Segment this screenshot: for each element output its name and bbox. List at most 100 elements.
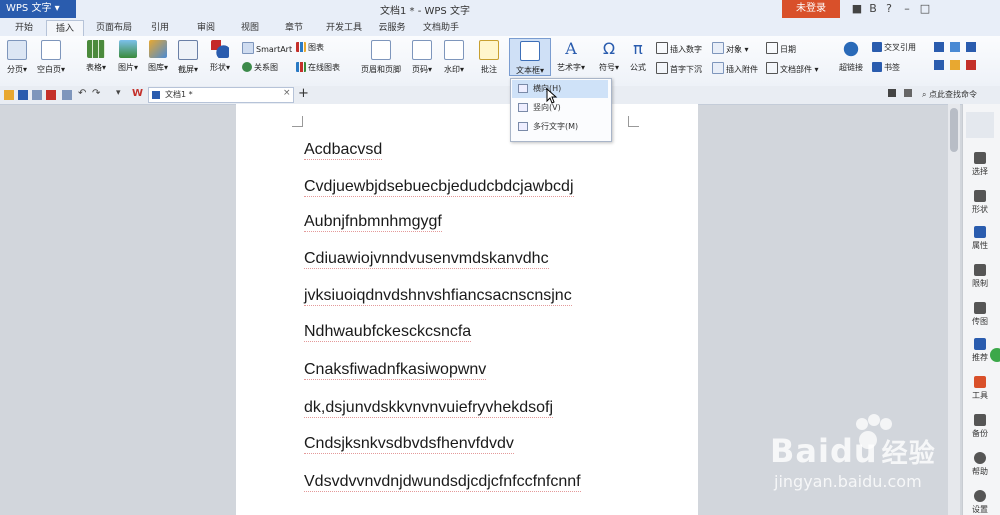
date-button[interactable]: 日期 bbox=[766, 42, 796, 55]
document-line[interactable]: Ndhwaubfckesckcsncfa bbox=[304, 322, 472, 342]
view-toggle-icon[interactable] bbox=[934, 42, 944, 52]
sidebar-item-select[interactable]: 选择 bbox=[964, 152, 996, 177]
doc-parts-button[interactable]: 文档部件 ▾ bbox=[766, 62, 819, 75]
preview-icon[interactable] bbox=[62, 90, 72, 100]
tab-review[interactable]: 审阅 bbox=[188, 20, 224, 36]
textbox-button[interactable]: 文本框▾ bbox=[509, 38, 551, 76]
document-line[interactable]: Cnaksfiwadnfkasiwopwnv bbox=[304, 360, 487, 380]
tab-assistant[interactable]: 文档助手 bbox=[416, 20, 466, 36]
blank-page-button[interactable]: 空白页▾ bbox=[34, 40, 68, 75]
picture-button[interactable]: 图片▾ bbox=[114, 40, 142, 73]
redo-icon[interactable]: ↷ bbox=[92, 88, 100, 99]
gallery-button[interactable]: 图库▾ bbox=[144, 40, 172, 73]
bookmark-button[interactable]: 书签 bbox=[872, 62, 900, 73]
sidebar-item-shape[interactable]: 形状 bbox=[964, 190, 996, 215]
page-break-button[interactable]: 分页▾ bbox=[4, 40, 30, 75]
link-icon[interactable] bbox=[966, 60, 976, 70]
sidebar-item-upload-image[interactable]: 传图 bbox=[964, 302, 996, 327]
save-icon[interactable] bbox=[18, 90, 28, 100]
watermark-button[interactable]: 水印▾ bbox=[440, 40, 468, 75]
attachment-button[interactable]: 插入附件 bbox=[712, 62, 758, 75]
skin-icon[interactable]: ■ bbox=[850, 2, 864, 16]
document-line[interactable]: Aubnjfnbmnhmgygf bbox=[304, 212, 442, 232]
tab-developer[interactable]: 开发工具 bbox=[320, 20, 368, 36]
relation-chart-button[interactable]: 关系图 bbox=[242, 62, 278, 73]
header-footer-icon bbox=[371, 40, 391, 60]
menu-item-vertical[interactable]: 竖向(V) bbox=[512, 99, 608, 117]
tab-cloud[interactable]: 云服务 bbox=[372, 20, 412, 36]
print-icon[interactable] bbox=[32, 90, 42, 100]
tab-page-layout[interactable]: 页面布局 bbox=[92, 20, 136, 36]
drop-cap-button[interactable]: 首字下沉 bbox=[656, 62, 702, 75]
sidebar-item-settings[interactable]: 设置 bbox=[964, 490, 996, 515]
comment-button[interactable]: 批注 bbox=[476, 40, 502, 75]
window-icon[interactable] bbox=[966, 42, 976, 52]
open-icon[interactable] bbox=[4, 90, 14, 100]
header-footer-button[interactable]: 页眉和页脚 bbox=[356, 40, 406, 75]
menu-item-horizontal[interactable]: 横向(H) bbox=[512, 80, 608, 98]
document-line[interactable]: dk,dsjunvdskkvnvnvuiefryvhekdsofj bbox=[304, 398, 554, 418]
undo-icon[interactable]: ↶ bbox=[78, 88, 86, 99]
textbox-icon bbox=[520, 41, 540, 61]
document-line[interactable]: Cdiuawiojvnndvusenvmdskanvdhc bbox=[304, 249, 549, 269]
sidebar-item-properties[interactable]: 属性 bbox=[964, 226, 996, 251]
tab-references[interactable]: 引用 bbox=[142, 20, 178, 36]
app-menu-label: WPS 文字 bbox=[6, 3, 52, 14]
table-button[interactable]: 表格▾ bbox=[82, 40, 110, 73]
notification-bubble[interactable] bbox=[990, 348, 1000, 362]
sidebar-item-restrict[interactable]: 限制 bbox=[964, 264, 996, 289]
sidebar-item-backup[interactable]: 备份 bbox=[964, 414, 996, 439]
pdf-icon[interactable] bbox=[46, 90, 56, 100]
page-number-button[interactable]: 页码▾ bbox=[408, 40, 436, 75]
frame-icon[interactable] bbox=[934, 60, 944, 70]
screenshot-button[interactable]: 截屏▾ bbox=[174, 40, 202, 75]
document-line[interactable]: jvksiuoiqdnvdshnvshfiancsacnscnsjnc bbox=[304, 286, 572, 306]
sidebar-item-help[interactable]: 帮助 bbox=[964, 452, 996, 477]
tab-section[interactable]: 章节 bbox=[276, 20, 312, 36]
vertical-textbox-icon bbox=[518, 103, 528, 112]
watermark-brand: Baidu bbox=[770, 432, 878, 470]
layout-icon[interactable] bbox=[950, 42, 960, 52]
pin-icon[interactable] bbox=[888, 89, 896, 97]
pi-icon: π bbox=[633, 39, 643, 58]
customize-icon[interactable]: ▾ bbox=[116, 88, 121, 98]
document-line[interactable]: Cvdjuewbjdsebuecbjedudcbdcjawbcdj bbox=[304, 177, 574, 197]
search-command[interactable]: ⌕ 点此查找命令 bbox=[922, 89, 977, 100]
wordart-button[interactable]: A 艺术字▾ bbox=[554, 40, 588, 73]
login-button[interactable]: 未登录 bbox=[782, 0, 840, 18]
sidebar-item-tools[interactable]: 工具 bbox=[964, 376, 996, 401]
minimize-icon[interactable]: – bbox=[900, 2, 914, 16]
tab-view[interactable]: 视图 bbox=[232, 20, 268, 36]
tab-insert[interactable]: 插入 bbox=[46, 20, 84, 36]
smartart-icon bbox=[242, 42, 254, 54]
hyperlink-button[interactable]: 超链接 bbox=[836, 40, 866, 73]
formula-button[interactable]: π 公式 bbox=[626, 40, 650, 73]
maximize-icon[interactable]: □ bbox=[918, 2, 932, 16]
help-icon[interactable]: ? bbox=[882, 2, 896, 16]
menu-item-multiline[interactable]: 多行文字(M) bbox=[512, 118, 608, 136]
close-tab-icon[interactable]: × bbox=[283, 88, 291, 98]
symbol-button[interactable]: Ω 符号▾ bbox=[596, 40, 622, 73]
object-icon bbox=[712, 42, 724, 54]
document-line[interactable]: Cndsjksnkvsdbvdsfhenvfdvdv bbox=[304, 434, 514, 454]
cross-reference-button[interactable]: 交叉引用 bbox=[872, 42, 916, 53]
wordart-icon: A bbox=[565, 39, 577, 58]
online-chart-button[interactable]: 在线图表 bbox=[296, 62, 340, 73]
feedback-icon[interactable]: B bbox=[866, 2, 880, 16]
shape-button[interactable]: 形状▾ bbox=[206, 40, 234, 73]
app-menu-button[interactable]: WPS 文字 ▾ bbox=[0, 0, 76, 18]
restrict-icon bbox=[974, 264, 986, 276]
watermark-url: jingyan.baidu.com bbox=[774, 472, 922, 491]
tab-home[interactable]: 开始 bbox=[6, 20, 42, 36]
chart-button[interactable]: 图表 bbox=[296, 42, 324, 53]
document-line[interactable]: Vdsvdvvnvdnjdwundsdjcdjcfnfccfnfcnnf bbox=[304, 472, 581, 492]
scroll-thumb[interactable] bbox=[950, 108, 958, 152]
document-tab[interactable]: 文档1 * bbox=[148, 87, 294, 103]
object-button[interactable]: 对象 ▾ bbox=[712, 42, 749, 55]
insert-number-button[interactable]: 插入数字 bbox=[656, 42, 702, 55]
collapse-ribbon-icon[interactable] bbox=[904, 89, 912, 97]
smartart-button[interactable]: SmartArt bbox=[242, 42, 292, 54]
new-tab-icon[interactable]: + bbox=[298, 86, 309, 101]
document-line[interactable]: Acdbacvsd bbox=[304, 140, 383, 160]
lock-icon[interactable] bbox=[950, 60, 960, 70]
